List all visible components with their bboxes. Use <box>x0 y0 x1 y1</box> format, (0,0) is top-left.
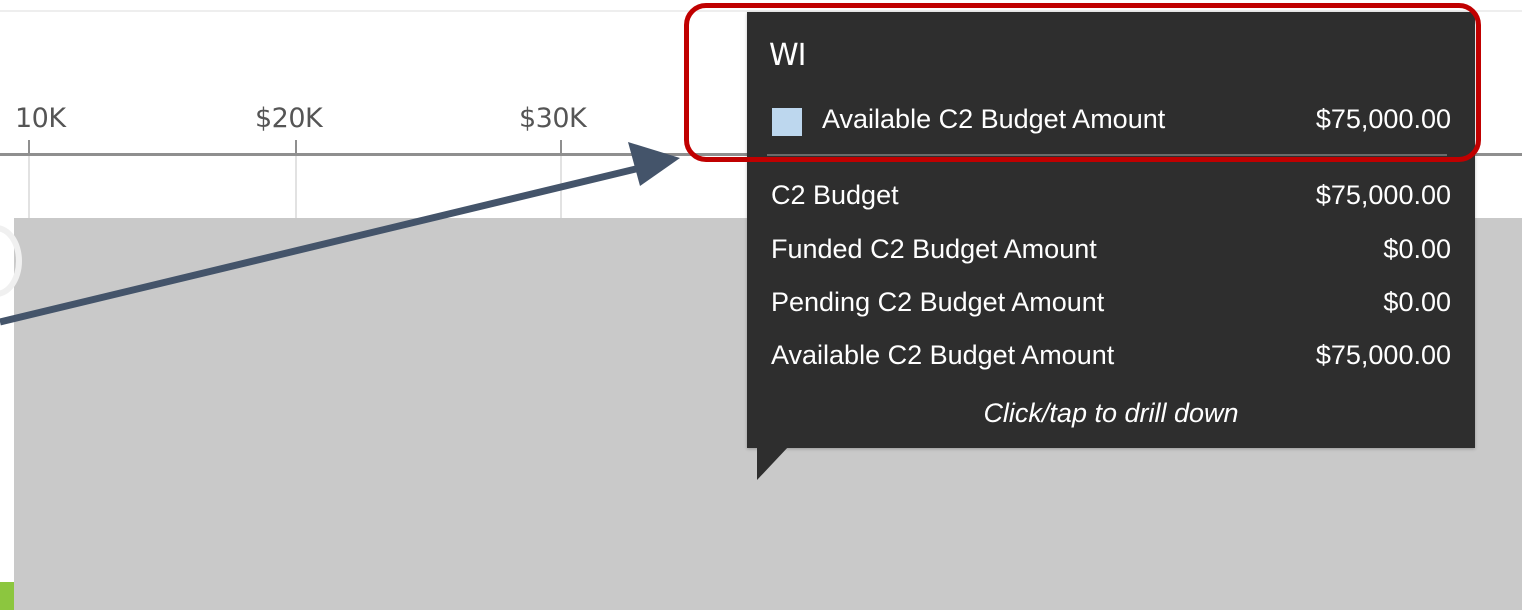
arrow-head-icon <box>628 142 680 186</box>
callout-arrow <box>0 142 680 326</box>
arrow-shaft <box>0 164 641 326</box>
chart-stage: 10K $20K $30K WI Available C2 Budget Amo… <box>0 0 1522 610</box>
